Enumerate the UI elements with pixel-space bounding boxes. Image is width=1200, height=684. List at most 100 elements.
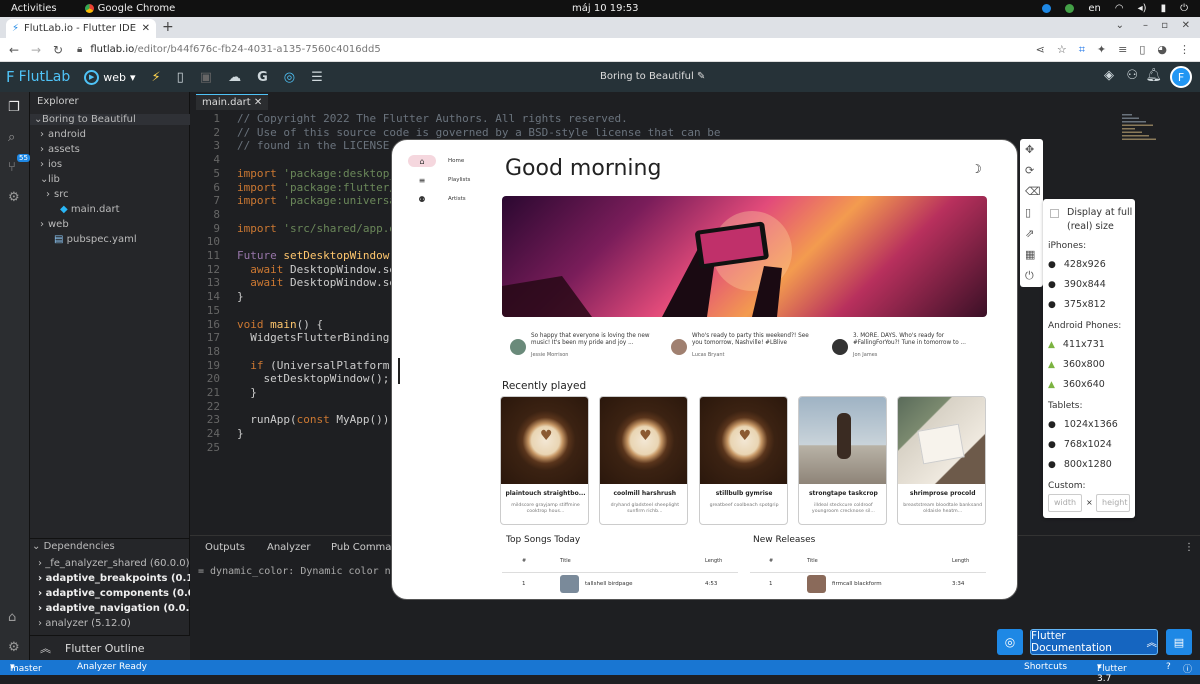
tab-analyzer[interactable]: Analyzer [267,542,311,553]
device-icon[interactable]: ▯ [177,70,184,85]
chrome-menu-icon[interactable]: ⋮ [1179,43,1190,57]
device-option[interactable]: ▲ 360x800 [1048,359,1130,370]
dependency-item[interactable]: › adaptive_components (0.0.9) [38,588,210,599]
share-icon[interactable]: ⋖ [1036,43,1045,57]
playlist-card[interactable]: ♥ stillbulb gymrise greatbeef coolbeach sp… [698,396,788,525]
device-option[interactable]: ● 800x1280 [1048,459,1130,470]
info-icon[interactable]: ⓘ [1183,662,1192,675]
tab-search-icon[interactable]: ⌄ [1116,20,1124,31]
editor-tab-main-dart[interactable]: main.dart ✕ [196,94,269,110]
playlist-card[interactable]: ♥ plaintouch straightbo... mildscore grayj… [500,396,589,525]
tree-item[interactable]: › android [30,129,190,140]
dependency-item[interactable]: › adaptive_breakpoints (0.1.6) [38,573,209,584]
profile-icon[interactable]: ◕ [1157,43,1167,57]
tab-close-icon[interactable]: ✕ [254,97,262,108]
edit-icon[interactable]: ✎ [697,71,705,82]
power-icon[interactable]: ⏻ [1025,269,1034,283]
flutlab-logo[interactable]: F FlutLab [6,68,70,86]
device-option[interactable]: ● 428x926 [1048,259,1130,270]
nav-artists[interactable]: ⚉ Artists [408,193,465,205]
back-icon[interactable]: ← [9,43,23,57]
top-row-title[interactable]: tallshell birdpage [585,581,633,587]
close-window-icon[interactable]: ✕ [1182,20,1190,31]
add-user-icon[interactable]: ⚇ [1126,68,1138,83]
bookmark-star-icon[interactable]: ☆ [1057,43,1067,57]
save-icon[interactable]: ▣ [200,70,212,85]
nav-home[interactable]: ⌂ Home [408,155,464,167]
restore-icon[interactable]: ▫ [1161,20,1168,31]
assistant-button[interactable]: ◎ [997,629,1023,655]
nav-playlists[interactable]: ≡ Playlists [408,174,471,186]
url-field[interactable]: 🔒︎ flutlab.io/editor/b44f676c-fb24-4031-a… [77,44,381,55]
help-icon[interactable]: ? [1166,662,1171,672]
run-target-selector[interactable]: ▶ web ▾ [84,69,136,85]
new-row-title[interactable]: firmcall blackform [832,581,882,587]
home-icon[interactable]: ⌂ [8,610,16,625]
files-icon[interactable]: ❐ [8,100,20,115]
minimap[interactable] [1120,114,1160,144]
tree-item[interactable]: ⌄Boring to Beautiful [30,114,190,125]
source-control-icon[interactable]: ⑂ [8,160,16,175]
shortcuts-link[interactable]: Shortcuts [1024,662,1067,672]
erase-icon[interactable]: ⌫ [1025,185,1041,198]
tree-item[interactable]: › web [30,219,190,230]
project-title[interactable]: Boring to Beautiful ✎ [600,71,705,82]
language-indicator[interactable]: en [1088,3,1101,14]
settings-gear-icon[interactable]: ⚙ [8,190,20,205]
notifications-icon[interactable]: 🔔︎ [1145,68,1162,83]
media-icon[interactable]: ≡ [1118,43,1127,57]
google-icon[interactable]: G [257,70,268,85]
tree-item[interactable]: ◆ main.dart [30,204,190,215]
device-option[interactable]: ▲ 411x731 [1048,339,1130,350]
custom-width-input[interactable]: width [1048,494,1082,512]
device-option[interactable]: ● 768x1024 [1048,439,1130,450]
clock[interactable]: máj 10 19:53 [572,3,639,14]
dependency-item[interactable]: › analyzer (5.12.0) [38,618,131,629]
hot-reload-icon[interactable]: ⚡ [152,70,161,85]
user-avatar[interactable]: F [1170,66,1192,88]
tree-item[interactable]: › ios [30,159,190,170]
panel-more-icon[interactable]: ⋮ [1184,542,1194,553]
flutter-version-selector[interactable]: Flutter 3.7 ▾ [1097,662,1127,684]
app-indicator-icon-2[interactable] [1065,4,1075,13]
cloud-upload-icon[interactable]: ☁ [228,70,241,85]
playlist-card[interactable]: shrimprose procold breaststream bloodtale… [897,396,987,525]
tab-outputs[interactable]: Outputs [205,542,245,553]
dark-mode-icon[interactable]: ☽ [971,162,982,176]
new-tab-button[interactable]: + [162,19,174,35]
minimize-icon[interactable]: – [1143,20,1148,31]
device-option[interactable]: ▲ 360x640 [1048,379,1130,390]
dependency-item[interactable]: › _fe_analyzer_shared (60.0.0) [38,558,190,569]
app-indicator-icon[interactable] [1042,4,1052,13]
search-icon[interactable]: ⌕ [8,130,15,145]
branch-indicator[interactable]: ⑂ master ▾ [10,662,42,674]
dependencies-header[interactable]: ⌄ Dependencies [32,541,115,552]
target-icon[interactable]: ◎ [284,70,295,85]
full-size-checkbox[interactable] [1050,209,1059,218]
device-frame-icon[interactable]: ▯ [1025,206,1031,219]
sidepanel-icon[interactable]: ▯ [1139,43,1145,57]
tree-item[interactable]: › assets [30,144,190,155]
flutter-outline-panel[interactable]: ︽ Flutter Outline [30,635,190,660]
post-item[interactable]: So happy that everyone is loving the new… [502,333,652,361]
post-item[interactable]: 3. MORE. DAYS. Who's ready for #FallingF… [824,333,974,361]
tree-item[interactable]: › src [30,189,190,200]
translate-icon[interactable]: ⌗ [1079,43,1085,57]
forward-icon[interactable]: → [31,43,45,57]
device-option[interactable]: ● 390x844 [1048,279,1130,290]
layers-icon[interactable]: ◈ [1104,68,1114,83]
tree-item[interactable]: ⌄lib [30,174,190,185]
device-option[interactable]: ● 1024x1366 [1048,419,1130,430]
rotate-icon[interactable]: ⟳ [1025,164,1034,177]
custom-height-input[interactable]: height [1096,494,1130,512]
resize-handle[interactable] [398,358,400,384]
extensions-icon[interactable]: ✦ [1097,43,1106,57]
system-tray[interactable]: en ◠ ◂) ▮ ⏻ [1042,3,1188,14]
reload-icon[interactable]: ↻ [53,43,67,57]
tree-item[interactable]: ▤ pubspec.yaml [30,234,190,245]
playlist-card[interactable]: ♥ coolmill harshrush dryhand gladsteel she… [599,396,689,525]
activities-button[interactable]: Activities [11,3,57,14]
device-option[interactable]: ● 375x812 [1048,299,1130,310]
bottom-settings-icon[interactable]: ⚙ [8,640,20,655]
chat-button[interactable]: ▤ [1166,629,1192,655]
